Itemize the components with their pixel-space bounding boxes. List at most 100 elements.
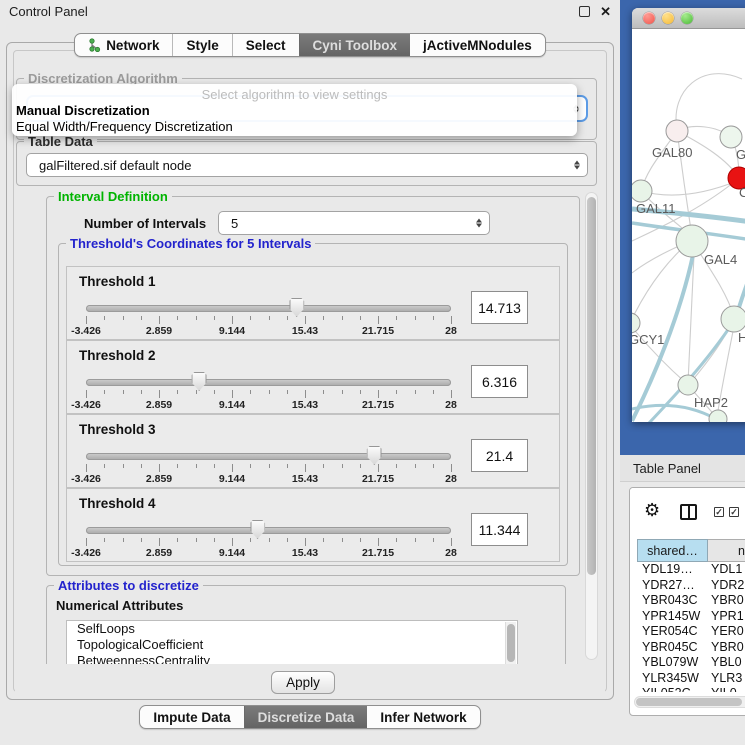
network-canvas[interactable]: GAL80 GA C GAL11 GAL4 GCY1 H HAP2 [632, 29, 745, 422]
table-panel-header: Table Panel [620, 455, 745, 482]
scrollbar-thumb[interactable] [587, 197, 596, 575]
combo-arrows-icon [574, 161, 580, 170]
threshold-value-field[interactable]: 21.4 [471, 439, 528, 472]
table-row[interactable]: YBL079WYBL0 [637, 655, 745, 671]
slider-ticks [86, 538, 451, 547]
dropdown-option-equal-width[interactable]: Equal Width/Frequency Discretization [12, 119, 577, 135]
panel-scrollbar[interactable] [585, 192, 598, 660]
threshold-3-panel: Threshold 3 -3.4262.8599.14415.4321.7152… [66, 414, 560, 488]
network-view-area: GAL80 GA C GAL11 GAL4 GCY1 H HAP2 [620, 0, 745, 455]
threshold-slider-thumb[interactable] [192, 372, 207, 391]
threshold-slider-track[interactable] [86, 305, 451, 312]
node-label-h-partial: H [738, 330, 745, 345]
slider-tick-labels: -3.4262.8599.14415.4321.71528 [86, 473, 451, 485]
tab-select[interactable]: Select [232, 34, 299, 56]
table-row[interactable]: YDR27…YDR2 [637, 578, 745, 594]
slider-ticks [86, 464, 451, 473]
tab-cyni-toolbox[interactable]: Cyni Toolbox [299, 34, 411, 56]
slider-tick-labels: -3.4262.8599.14415.4321.71528 [86, 547, 451, 559]
dropdown-option-manual[interactable]: Manual Discretization [12, 103, 577, 119]
node-table-container: ⚙ ✓ ✓ shared… na YDL19…YDL1YDR27…YDR2YBR… [629, 487, 745, 716]
threshold-value-field[interactable]: 11.344 [471, 513, 528, 546]
num-intervals-combobox[interactable]: 5 [218, 211, 490, 235]
node-label-gal4: GAL4 [704, 252, 737, 267]
attr-list-items: SelfLoopsTopologicalCoefficientBetweenne… [67, 621, 517, 669]
table-data-combobox[interactable]: galFiltered.sif default node [26, 153, 588, 177]
float-window-icon[interactable] [579, 6, 590, 17]
hscrollbar-thumb[interactable] [636, 698, 742, 706]
attribute-list-item[interactable]: TopologicalCoefficient [67, 637, 517, 653]
group-title: Attributes to discretize [54, 578, 203, 593]
tab-style[interactable]: Style [172, 34, 231, 56]
combo-value: galFiltered.sif default node [39, 158, 191, 173]
combo-value: 5 [231, 216, 238, 231]
algorithm-dropdown-popup: Select algorithm to view settings Manual… [12, 84, 577, 136]
threshold-slider-thumb[interactable] [250, 520, 265, 539]
group-title: Threshold's Coordinates for 5 Intervals [66, 236, 315, 251]
tab-infer-network[interactable]: Infer Network [367, 706, 479, 728]
numerical-attributes-label: Numerical Attributes [56, 598, 183, 613]
node-label-gal11: GAL11 [636, 201, 676, 216]
split-columns-icon[interactable] [680, 504, 697, 520]
control-panel-titlebar: Control Panel ✕ [0, 0, 620, 22]
table-panel-title: Table Panel [633, 461, 701, 476]
table-row[interactable]: YBR045CYBR0 [637, 640, 745, 656]
slider-tick-labels: -3.4262.8599.14415.4321.71528 [86, 399, 451, 411]
tab-discretize-data[interactable]: Discretize Data [244, 706, 368, 728]
node-table-body[interactable]: YDL19…YDL1YDR27…YDR2YBR043CYBR0YPR145WYP… [637, 562, 745, 692]
table-row[interactable]: YBR043CYBR0 [637, 593, 745, 609]
threshold-slider-track[interactable] [86, 379, 451, 386]
threshold-slider-track[interactable] [86, 527, 451, 534]
threshold-1-panel: Threshold 1 -3.4262.8599.14415.4321.7152… [66, 266, 560, 340]
close-traffic-light-icon[interactable] [643, 12, 655, 24]
node-label-hap2: HAP2 [694, 395, 728, 410]
threshold-4-panel: Threshold 4 -3.4262.8599.14415.4321.7152… [66, 488, 560, 562]
node-label-gal-partial: GA [736, 147, 745, 162]
select-all-checkbox-icon[interactable]: ✓ [714, 507, 724, 517]
tab-jactivemnodules[interactable]: jActiveMNodules [410, 34, 545, 56]
threshold-label: Threshold 1 [79, 274, 156, 289]
attribute-list-item[interactable]: SelfLoops [67, 621, 517, 637]
table-row[interactable]: YDL19…YDL1 [637, 562, 745, 578]
table-row[interactable]: YPR145WYPR1 [637, 609, 745, 625]
gear-icon[interactable]: ⚙ [644, 501, 660, 519]
tab-impute-data[interactable]: Impute Data [140, 706, 243, 728]
table-header-row: shared… na [637, 539, 745, 562]
slider-ticks [86, 390, 451, 399]
tab-label: Network [106, 38, 159, 53]
table-hscrollbar[interactable] [634, 696, 745, 708]
num-intervals-label: Number of Intervals [84, 216, 206, 231]
list-scrollbar-thumb[interactable] [507, 624, 515, 662]
close-icon[interactable]: ✕ [600, 6, 611, 17]
group-title: Interval Definition [54, 189, 172, 204]
table-row[interactable]: YIL052CYIL0 [637, 686, 745, 692]
threshold-slider-track[interactable] [86, 453, 451, 460]
network-window: GAL80 GA C GAL11 GAL4 GCY1 H HAP2 [632, 8, 745, 422]
node-table: shared… na YDL19…YDL1YDR27…YDR2YBR043CYB… [637, 539, 745, 692]
network-window-titlebar [632, 8, 745, 29]
threshold-value-field[interactable]: 6.316 [471, 365, 528, 398]
threshold-2-panel: Threshold 2 -3.4262.8599.14415.4321.7152… [66, 340, 560, 414]
node-label-c-partial: C [739, 185, 745, 200]
table-toolbar: ⚙ ✓ ✓ [630, 488, 745, 536]
node-label-gal80: GAL80 [652, 145, 692, 160]
threshold-value-field[interactable]: 14.713 [471, 291, 528, 324]
column-header-name[interactable]: na [708, 539, 745, 562]
top-tabbar: Network Style Select Cyni Toolbox jActiv… [0, 33, 620, 57]
node-label-gcy1: GCY1 [632, 332, 664, 347]
threshold-label: Threshold 3 [79, 422, 156, 437]
group-title: Table Data [24, 134, 97, 149]
tab-network[interactable]: Network [75, 34, 172, 56]
threshold-slider-thumb[interactable] [367, 446, 382, 465]
select-none-checkbox-icon[interactable]: ✓ [729, 507, 739, 517]
panel-title: Control Panel [9, 4, 579, 19]
table-row[interactable]: YLR345WYLR3 [637, 671, 745, 687]
minimize-traffic-light-icon[interactable] [662, 12, 674, 24]
threshold-slider-thumb[interactable] [289, 298, 304, 317]
apply-button[interactable]: Apply [271, 671, 335, 694]
zoom-traffic-light-icon[interactable] [681, 12, 693, 24]
combo-arrows-icon [476, 219, 482, 228]
table-row[interactable]: YER054CYER0 [637, 624, 745, 640]
column-header-shared-name[interactable]: shared… [637, 539, 708, 562]
control-panel: Control Panel ✕ Network Style [0, 0, 620, 745]
